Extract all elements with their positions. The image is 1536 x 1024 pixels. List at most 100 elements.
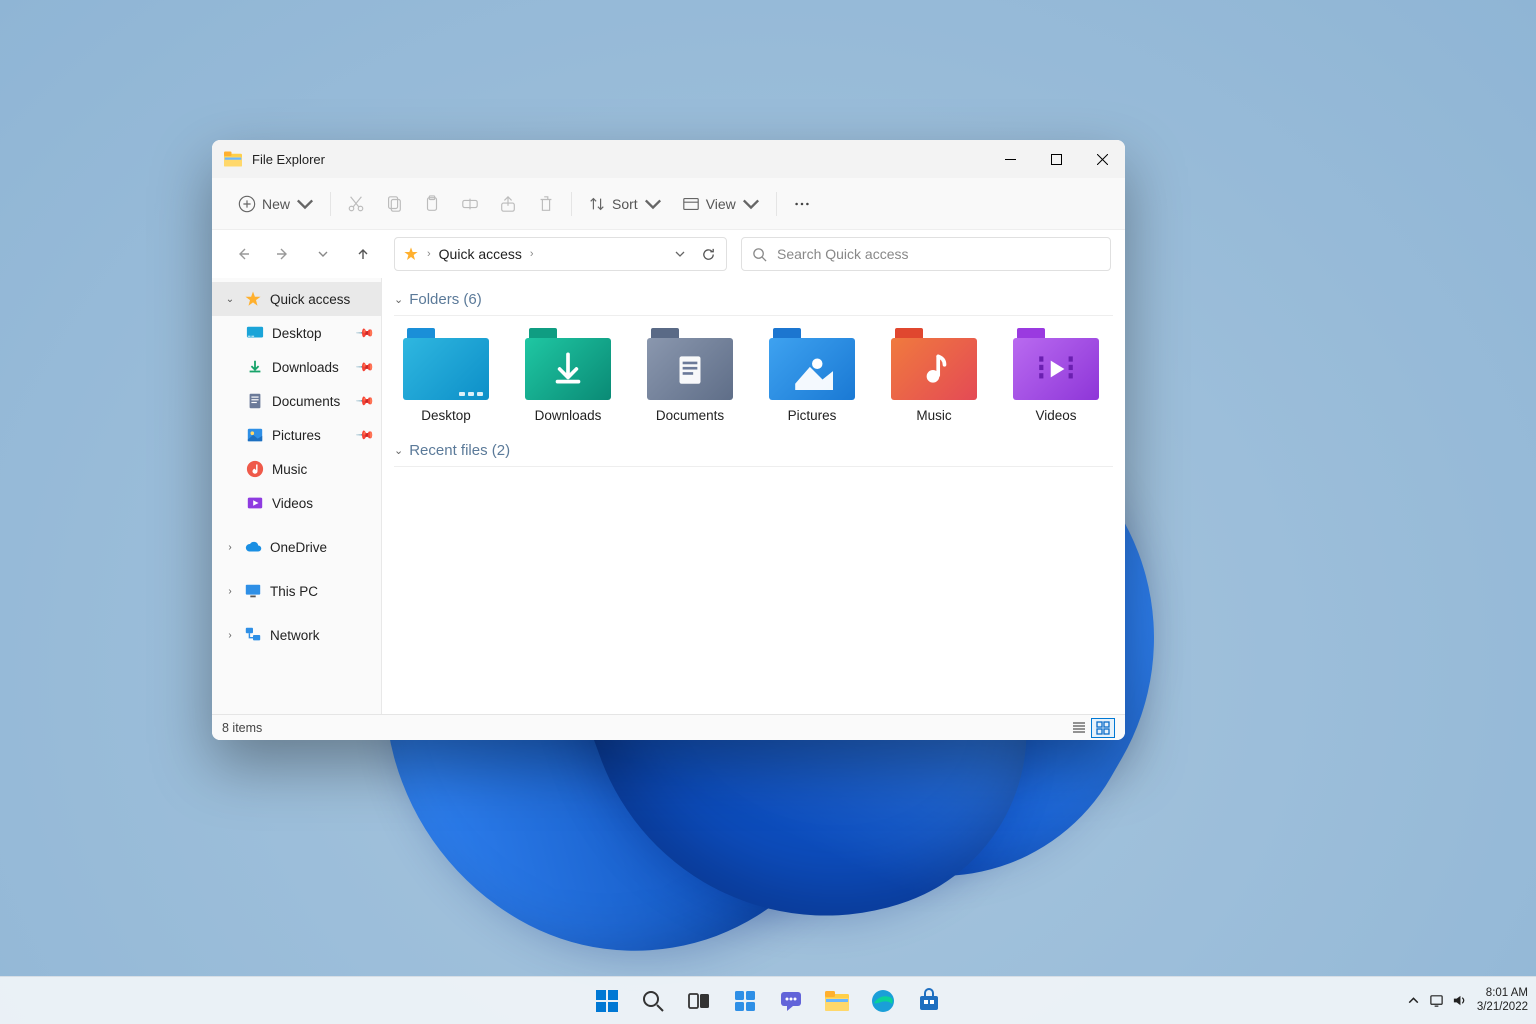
recent-locations-button[interactable] bbox=[306, 237, 340, 271]
close-button[interactable] bbox=[1079, 140, 1125, 178]
folder-music[interactable]: Music bbox=[888, 328, 980, 423]
sidebar-item-desktop[interactable]: Desktop 📌 bbox=[212, 316, 381, 350]
up-button[interactable] bbox=[346, 237, 380, 271]
file-explorer-icon bbox=[224, 151, 242, 167]
sidebar-item-label: Documents bbox=[272, 394, 340, 409]
file-explorer-window: File Explorer New Sort View bbox=[212, 140, 1125, 740]
refresh-button[interactable] bbox=[698, 247, 718, 262]
chevron-right-icon: › bbox=[427, 248, 431, 260]
monitor-icon bbox=[244, 582, 262, 600]
chevron-right-icon: › bbox=[224, 542, 236, 553]
sidebar-item-videos[interactable]: Videos bbox=[212, 486, 381, 520]
documents-folder-icon bbox=[647, 328, 733, 400]
folder-desktop[interactable]: Desktop bbox=[400, 328, 492, 423]
desktop-folder-icon bbox=[403, 328, 489, 400]
command-toolbar: New Sort View bbox=[212, 178, 1125, 230]
sidebar-item-label: Videos bbox=[272, 496, 313, 511]
sidebar-item-this-pc[interactable]: › This PC bbox=[212, 574, 381, 608]
taskbar[interactable]: 8:01 AM 3/21/2022 bbox=[0, 976, 1536, 1024]
folder-label: Desktop bbox=[421, 408, 471, 423]
folder-label: Documents bbox=[656, 408, 724, 423]
chevron-down-icon: ⌄ bbox=[394, 293, 403, 306]
recent-files-section-header[interactable]: ⌄ Recent files (2) bbox=[394, 437, 1113, 467]
window-title: File Explorer bbox=[252, 152, 325, 167]
folder-documents[interactable]: Documents bbox=[644, 328, 736, 423]
start-button[interactable] bbox=[586, 980, 628, 1022]
folders-section-header[interactable]: ⌄ Folders (6) bbox=[394, 286, 1113, 316]
edge-button[interactable] bbox=[862, 980, 904, 1022]
chevron-right-icon: › bbox=[224, 630, 236, 641]
document-icon bbox=[246, 392, 264, 410]
search-button[interactable] bbox=[632, 980, 674, 1022]
chevron-up-icon[interactable] bbox=[1406, 993, 1421, 1008]
sort-label: Sort bbox=[612, 196, 638, 212]
sidebar-item-label: Network bbox=[270, 628, 320, 643]
star-icon bbox=[244, 290, 262, 308]
search-icon bbox=[640, 988, 666, 1014]
folder-pictures[interactable]: Pictures bbox=[766, 328, 858, 423]
videos-icon bbox=[246, 494, 264, 512]
desktop-icon bbox=[246, 324, 264, 342]
folder-downloads[interactable]: Downloads bbox=[522, 328, 614, 423]
address-dropdown[interactable] bbox=[670, 248, 690, 260]
view-label: View bbox=[706, 196, 736, 212]
cut-button[interactable] bbox=[337, 186, 375, 222]
search-input[interactable] bbox=[777, 246, 1100, 262]
chat-button[interactable] bbox=[770, 980, 812, 1022]
chevron-down-icon bbox=[742, 195, 760, 213]
more-button[interactable] bbox=[783, 186, 821, 222]
file-explorer-icon bbox=[824, 988, 850, 1014]
widgets-button[interactable] bbox=[724, 980, 766, 1022]
videos-folder-icon bbox=[1013, 328, 1099, 400]
view-icon bbox=[682, 195, 700, 213]
pin-icon: 📌 bbox=[355, 425, 375, 445]
breadcrumb-quick-access[interactable]: Quick access bbox=[439, 246, 522, 262]
sidebar-item-music[interactable]: Music bbox=[212, 452, 381, 486]
chevron-right-icon: › bbox=[530, 248, 534, 260]
task-view-button[interactable] bbox=[678, 980, 720, 1022]
music-folder-icon bbox=[891, 328, 977, 400]
rename-button[interactable] bbox=[451, 186, 489, 222]
store-button[interactable] bbox=[908, 980, 950, 1022]
share-button[interactable] bbox=[489, 186, 527, 222]
folder-label: Music bbox=[916, 408, 951, 423]
details-view-button[interactable] bbox=[1067, 718, 1091, 738]
date-text: 3/21/2022 bbox=[1477, 1001, 1528, 1014]
sidebar-item-onedrive[interactable]: › OneDrive bbox=[212, 530, 381, 564]
sidebar-item-label: This PC bbox=[270, 584, 318, 599]
pictures-folder-icon bbox=[769, 328, 855, 400]
forward-button[interactable] bbox=[266, 237, 300, 271]
copy-icon bbox=[385, 195, 403, 213]
new-button[interactable]: New bbox=[228, 186, 324, 222]
navigation-bar: › Quick access › bbox=[212, 230, 1125, 278]
copy-button[interactable] bbox=[375, 186, 413, 222]
pictures-icon bbox=[246, 426, 264, 444]
view-button[interactable]: View bbox=[672, 186, 770, 222]
delete-button[interactable] bbox=[527, 186, 565, 222]
maximize-button[interactable] bbox=[1033, 140, 1079, 178]
volume-icon[interactable] bbox=[1452, 993, 1467, 1008]
edge-icon bbox=[870, 988, 896, 1014]
search-box[interactable] bbox=[741, 237, 1111, 271]
sidebar-item-label: Pictures bbox=[272, 428, 321, 443]
sidebar-item-documents[interactable]: Documents 📌 bbox=[212, 384, 381, 418]
sidebar-item-network[interactable]: › Network bbox=[212, 618, 381, 652]
paste-button[interactable] bbox=[413, 186, 451, 222]
folder-videos[interactable]: Videos bbox=[1010, 328, 1102, 423]
thumbnails-view-button[interactable] bbox=[1091, 718, 1115, 738]
file-explorer-taskbar-button[interactable] bbox=[816, 980, 858, 1022]
sidebar-item-quick-access[interactable]: ⌄ Quick access bbox=[212, 282, 381, 316]
sidebar-item-pictures[interactable]: Pictures 📌 bbox=[212, 418, 381, 452]
back-button[interactable] bbox=[226, 237, 260, 271]
chevron-down-icon: ⌄ bbox=[394, 444, 403, 457]
system-tray[interactable]: 8:01 AM 3/21/2022 bbox=[1406, 987, 1528, 1013]
address-bar[interactable]: › Quick access › bbox=[394, 237, 727, 271]
clock[interactable]: 8:01 AM 3/21/2022 bbox=[1477, 987, 1528, 1013]
minimize-button[interactable] bbox=[987, 140, 1033, 178]
section-title: Recent files (2) bbox=[409, 442, 510, 459]
sidebar-item-downloads[interactable]: Downloads 📌 bbox=[212, 350, 381, 384]
store-icon bbox=[916, 988, 942, 1014]
titlebar[interactable]: File Explorer bbox=[212, 140, 1125, 178]
network-tray-icon[interactable] bbox=[1429, 993, 1444, 1008]
sort-button[interactable]: Sort bbox=[578, 186, 672, 222]
